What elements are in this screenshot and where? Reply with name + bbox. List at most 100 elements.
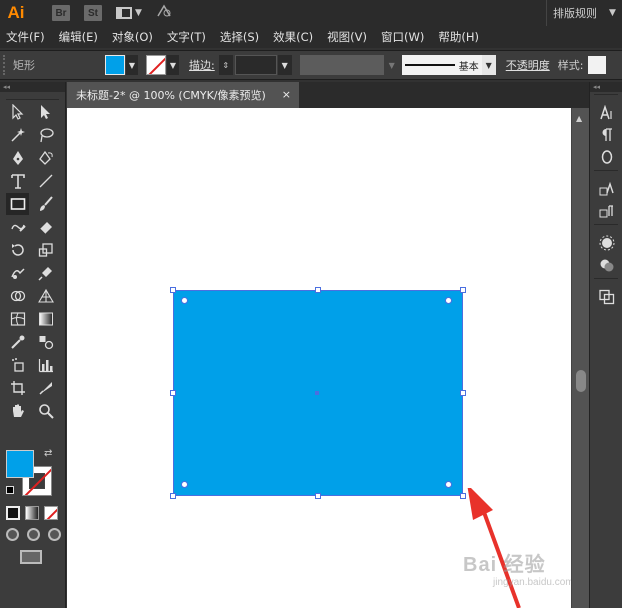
default-fill-stroke-icon[interactable] [6, 486, 14, 494]
resize-handle-middle-left[interactable] [170, 390, 176, 396]
direct-selection-icon[interactable] [34, 101, 57, 123]
character-icon[interactable] [590, 102, 622, 124]
gradient-icon[interactable] [34, 308, 57, 330]
menu-file[interactable]: 文件(F) [6, 29, 45, 45]
brush-dropdown[interactable]: ▼ [481, 55, 496, 75]
graphic-style-swatch[interactable] [588, 56, 607, 74]
corner-widget-top-left[interactable] [181, 297, 188, 304]
drawing-mode-row [6, 528, 61, 541]
line-segment-icon[interactable] [34, 170, 57, 192]
menu-edit[interactable]: 编辑(E) [59, 29, 98, 45]
artboard-icon[interactable] [6, 377, 29, 399]
warp-icon[interactable] [6, 262, 29, 284]
bridge-button[interactable]: Br [52, 5, 70, 21]
close-icon[interactable]: × [282, 88, 291, 101]
workspace-switcher[interactable]: 排版规则 ▼ [546, 0, 622, 26]
eraser-icon[interactable] [34, 216, 57, 238]
shaper-icon[interactable] [6, 216, 29, 238]
menu-effect[interactable]: 效果(C) [273, 29, 313, 45]
eyedropper-icon[interactable] [6, 331, 29, 353]
profile-dropdown[interactable]: ▼ [386, 55, 398, 75]
none-mode-icon[interactable] [44, 506, 58, 520]
slice-icon[interactable] [34, 377, 57, 399]
pen-icon[interactable] [6, 147, 29, 169]
free-transform-icon[interactable] [34, 262, 57, 284]
scroll-up-icon[interactable]: ▲ [576, 114, 582, 123]
screen-mode-icon[interactable] [20, 550, 42, 564]
paragraph-icon[interactable] [590, 124, 622, 146]
resize-handle-top-left[interactable] [170, 287, 176, 293]
panel-grip[interactable] [6, 92, 59, 100]
brush-definition[interactable]: 基本 [401, 55, 482, 75]
stroke-weight-dropdown[interactable]: ▼ [277, 55, 292, 75]
rectangle-icon[interactable] [6, 192, 29, 215]
chevron-down-icon: ▼ [609, 8, 616, 18]
resize-handle-bottom-left[interactable] [170, 493, 176, 499]
blend-icon[interactable] [34, 331, 57, 353]
column-graph-icon[interactable] [34, 354, 57, 376]
layers-icon[interactable] [590, 286, 622, 308]
appearance-icon[interactable] [590, 232, 622, 254]
arrange-documents-button[interactable]: ▼ [116, 7, 142, 19]
fill-color-swatch[interactable] [105, 55, 125, 75]
type-icon[interactable] [6, 170, 29, 192]
resize-handle-top-center[interactable] [315, 287, 321, 293]
paintbrush-icon[interactable] [34, 193, 57, 215]
paragraph-styles-icon[interactable] [590, 200, 622, 222]
panel-collapse-icon[interactable]: ◂◂ [0, 82, 65, 92]
corner-widget-bottom-left[interactable] [181, 481, 188, 488]
stroke-dropdown[interactable]: ▼ [167, 55, 179, 75]
menu-type[interactable]: 文字(T) [167, 29, 206, 45]
panel-grip[interactable] [3, 55, 9, 75]
perspective-grid-icon[interactable] [34, 285, 57, 307]
opacity-label[interactable]: 不透明度 [506, 57, 550, 73]
menu-help[interactable]: 帮助(H) [438, 29, 479, 45]
menu-object[interactable]: 对象(O) [112, 29, 153, 45]
graphic-styles-icon[interactable] [590, 254, 622, 276]
vertical-scrollbar[interactable]: ▲ [571, 108, 589, 608]
resize-handle-bottom-center[interactable] [315, 493, 321, 499]
rotate-icon[interactable] [6, 239, 29, 261]
selection-type-label: 矩形 [13, 59, 35, 72]
shape-builder-icon[interactable] [6, 285, 29, 307]
stock-button[interactable]: St [84, 5, 102, 21]
lasso-icon[interactable] [34, 124, 57, 146]
draw-behind-icon[interactable] [27, 528, 40, 541]
opentype-icon[interactable] [590, 146, 622, 168]
scrollbar-thumb[interactable] [576, 370, 586, 392]
corner-widget-top-right[interactable] [445, 297, 452, 304]
gradient-mode-icon[interactable] [25, 506, 39, 520]
menu-view[interactable]: 视图(V) [327, 29, 367, 45]
document-tab[interactable]: 未标题-2* @ 100% (CMYK/像素预览) × [67, 82, 299, 108]
curvature-icon[interactable] [34, 147, 57, 169]
swap-fill-stroke-icon[interactable]: ⇄ [44, 448, 52, 459]
variable-width-profile[interactable] [299, 55, 384, 75]
selection-icon[interactable] [6, 101, 29, 123]
draw-inside-icon[interactable] [48, 528, 61, 541]
draw-normal-icon[interactable] [6, 528, 19, 541]
gpu-performance-icon[interactable] [156, 4, 172, 22]
menu-select[interactable]: 选择(S) [220, 29, 259, 45]
stroke-weight-spinner[interactable]: ⇕ [218, 55, 233, 75]
menu-window[interactable]: 窗口(W) [381, 29, 424, 45]
arrange-documents-icon [116, 7, 132, 19]
corner-widget-bottom-right[interactable] [445, 481, 452, 488]
stroke-label[interactable]: 描边: [189, 57, 215, 73]
stroke-color-swatch[interactable] [146, 55, 166, 75]
symbol-sprayer-icon[interactable] [6, 354, 29, 376]
magic-wand-icon[interactable] [6, 124, 29, 146]
zoom-icon[interactable] [34, 400, 57, 422]
artboard-canvas[interactable]: Bai 经验 jingyan.baidu.com [67, 108, 574, 608]
color-mode-icon[interactable] [6, 506, 20, 520]
hand-icon[interactable] [6, 400, 29, 422]
resize-handle-middle-right[interactable] [460, 390, 466, 396]
fill-dropdown[interactable]: ▼ [126, 55, 138, 75]
stroke-weight-input[interactable] [234, 55, 277, 75]
scale-icon[interactable] [34, 239, 57, 261]
brush-preview [404, 64, 455, 66]
fill-color-box[interactable] [6, 450, 34, 478]
resize-handle-top-right[interactable] [460, 287, 466, 293]
mesh-icon[interactable] [6, 308, 29, 330]
panel-expand-icon[interactable]: ◂◂ [590, 82, 622, 92]
character-styles-icon[interactable] [590, 178, 622, 200]
